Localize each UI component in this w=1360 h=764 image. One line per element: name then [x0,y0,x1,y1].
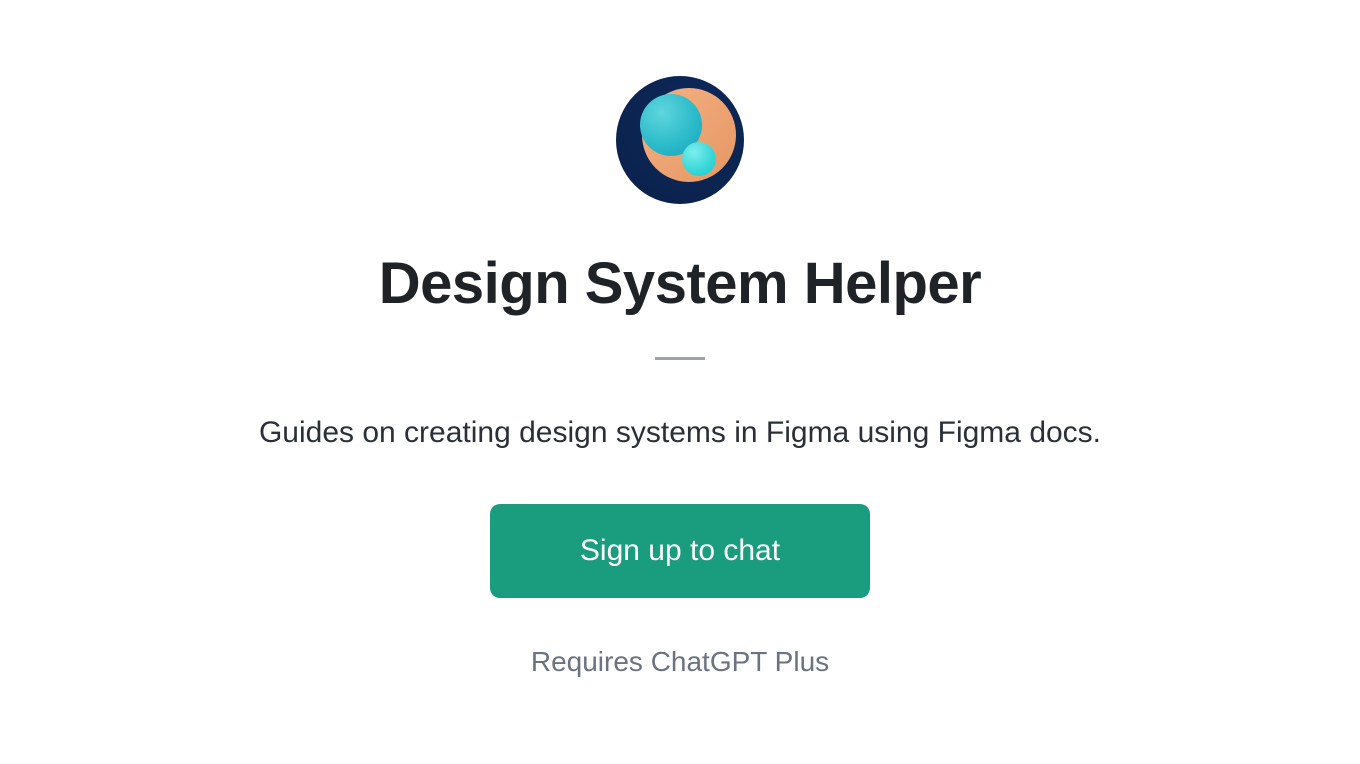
app-title: Design System Helper [379,250,981,317]
requires-note: Requires ChatGPT Plus [531,646,829,678]
divider [655,357,705,360]
signup-button[interactable]: Sign up to chat [490,504,870,598]
app-logo-icon [616,76,744,204]
app-description: Guides on creating design systems in Fig… [259,416,1101,450]
